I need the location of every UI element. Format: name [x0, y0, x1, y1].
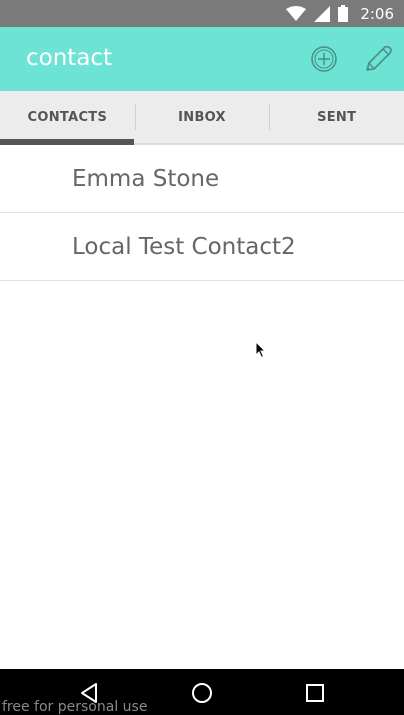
status-time: 2:06 [360, 4, 394, 23]
recents-button[interactable] [299, 677, 331, 709]
mouse-cursor-icon [255, 341, 267, 359]
signal-icon [314, 5, 331, 22]
contact-list-item[interactable]: Local Test Contact2 [0, 213, 404, 281]
home-circle-icon [192, 683, 212, 703]
contact-name: Local Test Contact2 [72, 233, 296, 260]
tab-contacts-label: CONTACTS [27, 109, 108, 125]
tab-inbox-label: INBOX [178, 109, 226, 125]
status-bar: 2:06 [0, 0, 404, 27]
tab-sent[interactable]: SENT [269, 91, 404, 143]
tab-bar: CONTACTS INBOX SENT [0, 91, 404, 145]
contact-name: Emma Stone [72, 165, 220, 192]
status-icons: 2:06 [286, 0, 394, 27]
contact-list: Emma Stone Local Test Contact2 [0, 145, 404, 281]
wifi-icon [286, 5, 307, 21]
app-bar: contact [0, 27, 404, 91]
add-circle-icon [311, 46, 337, 72]
tab-contacts[interactable]: CONTACTS [0, 91, 135, 145]
edit-button[interactable] [360, 41, 396, 77]
battery-icon [338, 5, 349, 22]
contact-list-item[interactable]: Emma Stone [0, 145, 404, 213]
app-title: contact [26, 45, 113, 71]
home-button[interactable] [186, 677, 218, 709]
watermark-text: free for personal use [2, 699, 148, 715]
recents-square-icon [306, 684, 324, 702]
add-contact-button[interactable] [306, 41, 342, 77]
tab-inbox[interactable]: INBOX [134, 91, 270, 143]
pencil-icon [366, 45, 392, 71]
tab-sent-label: SENT [317, 109, 357, 125]
